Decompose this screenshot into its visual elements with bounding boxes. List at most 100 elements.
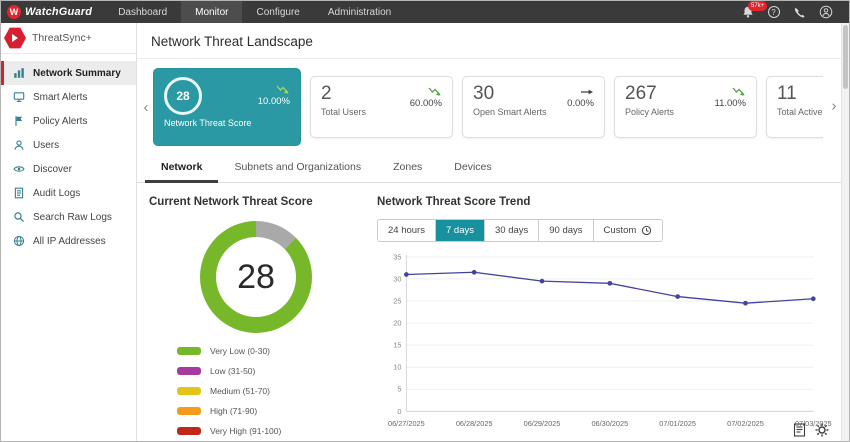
sidebar-item-label: Policy Alerts — [33, 116, 87, 127]
magnifier-icon — [13, 211, 25, 223]
brand-name: WatchGuard — [25, 6, 92, 18]
cards-scroll-left-chevron-icon[interactable]: ‹ — [139, 100, 153, 115]
svg-text:25: 25 — [393, 296, 401, 305]
sidebar-item-label: Network Summary — [33, 68, 121, 79]
sidebar-item-users[interactable]: Users — [1, 133, 136, 157]
legend-item: Low (31-50) — [177, 366, 363, 376]
sidebar-item-label: All IP Addresses — [33, 236, 106, 247]
card-label: Network Threat Score — [164, 118, 252, 129]
range-custom[interactable]: Custom — [594, 220, 663, 241]
top-navbar: W WatchGuard Dashboard Monitor Configure… — [1, 1, 849, 23]
time-range-selector: 24 hours 7 days 30 days 90 days Custom — [377, 219, 663, 242]
account-icon[interactable] — [818, 5, 833, 20]
nav-administration[interactable]: Administration — [314, 1, 405, 23]
sidebar-item-all-ip-addresses[interactable]: All IP Addresses — [1, 229, 136, 253]
nav-configure[interactable]: Configure — [242, 1, 313, 23]
delta-indicator: 0.00% — [567, 87, 594, 109]
app-window: W WatchGuard Dashboard Monitor Configure… — [0, 0, 850, 442]
card-open-smart-alerts[interactable]: 30 0.00% Open Smart Alerts — [462, 76, 605, 138]
svg-text:5: 5 — [397, 385, 401, 394]
metric-cards-row: ‹ 28 10.00% Network Threat Score 2 — [137, 59, 841, 153]
tab-network[interactable]: Network — [145, 153, 218, 183]
svg-text:07/02/2025: 07/02/2025 — [727, 419, 764, 428]
sidebar-item-network-summary[interactable]: Network Summary — [1, 61, 136, 85]
user-icon — [13, 139, 25, 151]
threatsync-header[interactable]: ThreatSync+ — [1, 23, 136, 54]
notifications-bell-icon[interactable]: 57k+ — [740, 5, 755, 20]
legend-swatch — [177, 387, 201, 395]
legend-item: Very High (91-100) — [177, 426, 363, 436]
sidebar-item-search-raw-logs[interactable]: Search Raw Logs — [1, 205, 136, 229]
tab-devices[interactable]: Devices — [438, 153, 507, 183]
report-icon[interactable] — [793, 423, 806, 437]
globe-icon — [13, 235, 25, 247]
threat-score-value: 28 — [216, 237, 297, 318]
tab-zones[interactable]: Zones — [377, 153, 438, 183]
card-network-threat-score[interactable]: 28 10.00% Network Threat Score — [153, 68, 301, 146]
legend-swatch — [177, 367, 201, 375]
panels: Current Network Threat Score 28 Very Low… — [137, 183, 841, 441]
svg-text:06/28/2025: 06/28/2025 — [456, 419, 493, 428]
cards-scroll-right-chevron-icon[interactable]: › — [827, 99, 841, 114]
delta-indicator: 10.00% — [258, 85, 290, 107]
help-icon[interactable]: ? — [766, 5, 781, 20]
svg-text:20: 20 — [393, 319, 401, 328]
card-label: Policy Alerts — [625, 107, 713, 118]
range-custom-label: Custom — [604, 225, 637, 236]
card-label: Open Smart Alerts — [473, 107, 561, 118]
range-90-days[interactable]: 90 days — [539, 220, 593, 241]
nav-dashboard[interactable]: Dashboard — [104, 1, 181, 23]
sidebar-item-label: Users — [33, 140, 59, 151]
nav-monitor[interactable]: Monitor — [181, 1, 242, 23]
trend-down-icon — [258, 85, 290, 96]
trend-flat-icon — [567, 87, 594, 98]
range-7-days[interactable]: 7 days — [436, 220, 485, 241]
bar-chart-icon — [13, 67, 25, 79]
card-label: Total Active Devices — [777, 107, 823, 118]
svg-text:06/29/2025: 06/29/2025 — [524, 419, 561, 428]
mini-score-ring: 28 — [164, 77, 202, 115]
tab-subnets-and-organizations[interactable]: Subnets and Organizations — [218, 153, 377, 183]
sidebar-item-label: Discover — [33, 164, 72, 175]
card-total-active-devices[interactable]: 11 Total Active Devices — [766, 76, 823, 138]
sidebar-item-label: Search Raw Logs — [33, 212, 112, 223]
card-total-users[interactable]: 2 60.00% Total Users — [310, 76, 453, 138]
scrollbar-thumb[interactable] — [843, 25, 848, 89]
document-icon — [13, 187, 25, 199]
card-value: 11 — [777, 84, 823, 103]
page-title: Network Threat Landscape — [151, 34, 827, 49]
sidebar-item-label: Smart Alerts — [33, 92, 87, 103]
phone-icon[interactable] — [792, 5, 807, 20]
sidebar-item-smart-alerts[interactable]: Smart Alerts — [1, 85, 136, 109]
flag-icon — [13, 115, 25, 127]
history-clock-icon — [641, 225, 652, 236]
card-policy-alerts[interactable]: 267 11.00% Policy Alerts — [614, 76, 757, 138]
watchguard-logo-icon: W — [7, 5, 21, 19]
main-nav: Dashboard Monitor Configure Administrati… — [104, 1, 405, 23]
monitor-alert-icon — [13, 91, 25, 103]
legend-item: Medium (51-70) — [177, 386, 363, 396]
delta-value: 60.00% — [410, 98, 442, 109]
main-content: Network Threat Landscape ‹ 28 10.00% Net… — [137, 23, 841, 441]
delta-value: 11.00% — [714, 98, 746, 109]
settings-gear-icon[interactable] — [815, 423, 829, 437]
vertical-scrollbar[interactable] — [841, 23, 849, 441]
threatsync-logo-icon — [4, 27, 26, 49]
notification-badge: 57k+ — [748, 1, 767, 11]
svg-text:15: 15 — [393, 341, 401, 350]
sidebar-item-discover[interactable]: Discover — [1, 157, 136, 181]
sidebar-item-audit-logs[interactable]: Audit Logs — [1, 181, 136, 205]
legend-swatch — [177, 347, 201, 355]
watchguard-brand[interactable]: W WatchGuard — [1, 5, 104, 19]
sidebar-item-policy-alerts[interactable]: Policy Alerts — [1, 109, 136, 133]
trend-down-icon — [714, 87, 746, 98]
svg-text:06/27/2025: 06/27/2025 — [388, 419, 425, 428]
product-name: ThreatSync+ — [32, 32, 92, 44]
svg-text:10: 10 — [393, 363, 401, 372]
delta-indicator: 11.00% — [714, 87, 746, 109]
sidebar-item-label: Audit Logs — [33, 188, 80, 199]
delta-value: 10.00% — [258, 96, 290, 107]
range-24-hours[interactable]: 24 hours — [378, 220, 436, 241]
range-30-days[interactable]: 30 days — [485, 220, 539, 241]
legend-swatch — [177, 407, 201, 415]
